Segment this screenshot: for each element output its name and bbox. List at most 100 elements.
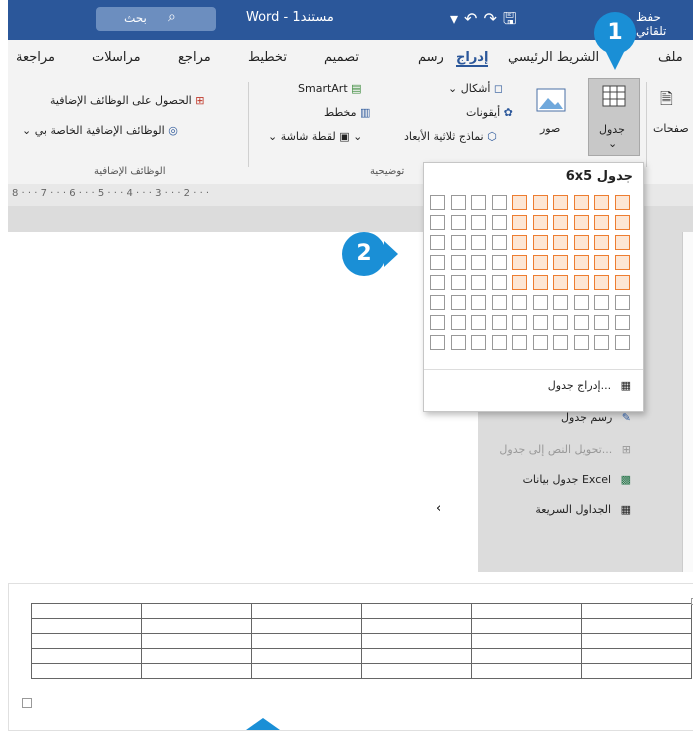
- grid-cell[interactable]: [471, 315, 486, 330]
- tab-insert[interactable]: إدراج: [456, 50, 489, 67]
- table-cell[interactable]: [251, 618, 362, 634]
- table-cell[interactable]: [361, 618, 472, 634]
- grid-cell[interactable]: [594, 335, 609, 350]
- grid-cell[interactable]: [594, 195, 609, 210]
- table-cell[interactable]: [141, 618, 252, 634]
- grid-cell[interactable]: [614, 315, 630, 330]
- table-cell[interactable]: [361, 663, 472, 679]
- grid-cell[interactable]: [532, 235, 548, 250]
- get-addins-button[interactable]: الحصول على الوظائف الإضافية ⊞: [50, 94, 204, 107]
- grid-cell[interactable]: [614, 275, 630, 290]
- grid-cell[interactable]: [573, 335, 589, 350]
- submenu-arrow-icon[interactable]: ‹: [436, 501, 441, 516]
- table-cell[interactable]: [31, 633, 142, 649]
- grid-cell[interactable]: [573, 255, 589, 270]
- menu-item-quick-tables[interactable]: الجداول السريعة ▦: [535, 503, 631, 516]
- table-button[interactable]: جدول ⌄: [588, 78, 640, 156]
- grid-cell[interactable]: [512, 195, 527, 210]
- grid-cell[interactable]: [573, 195, 589, 210]
- smartart-button[interactable]: SmartArt ▤: [298, 82, 362, 95]
- grid-cell[interactable]: [491, 255, 507, 270]
- grid-cell[interactable]: [553, 215, 568, 230]
- grid-cell[interactable]: [491, 195, 507, 210]
- table-cell[interactable]: [361, 648, 472, 664]
- grid-cell[interactable]: [594, 315, 609, 330]
- table-cell[interactable]: [471, 618, 582, 634]
- table-cell[interactable]: [581, 633, 692, 649]
- pictures-button[interactable]: صور: [540, 122, 560, 135]
- table-cell[interactable]: [581, 648, 692, 664]
- grid-cell[interactable]: [471, 335, 486, 350]
- grid-cell[interactable]: [430, 235, 445, 250]
- grid-cell[interactable]: [450, 295, 466, 310]
- grid-cell[interactable]: [614, 235, 630, 250]
- table-cell[interactable]: [581, 618, 692, 634]
- grid-cell[interactable]: [614, 295, 630, 310]
- grid-cell[interactable]: [553, 315, 568, 330]
- grid-cell[interactable]: [594, 255, 609, 270]
- grid-cell[interactable]: [430, 255, 445, 270]
- table-cell[interactable]: [141, 663, 252, 679]
- shapes-button[interactable]: ⌄ أشكال ◻: [448, 82, 503, 95]
- grid-cell[interactable]: [450, 255, 466, 270]
- table-cell[interactable]: [581, 603, 692, 619]
- table-cell[interactable]: [361, 633, 472, 649]
- tab-layout[interactable]: تخطيط: [248, 50, 287, 65]
- table-cell[interactable]: [471, 663, 582, 679]
- grid-cell[interactable]: [553, 295, 568, 310]
- grid-cell[interactable]: [471, 215, 486, 230]
- table-cell[interactable]: [471, 648, 582, 664]
- table-cell[interactable]: [251, 633, 362, 649]
- grid-cell[interactable]: [553, 235, 568, 250]
- tab-file[interactable]: ملف: [658, 50, 683, 65]
- my-addins-button[interactable]: ⌄ الوظائف الإضافية الخاصة بي ◎: [22, 124, 178, 137]
- grid-cell[interactable]: [614, 215, 630, 230]
- table-cell[interactable]: [251, 648, 362, 664]
- grid-cell[interactable]: [512, 335, 527, 350]
- grid-cell[interactable]: [450, 275, 466, 290]
- grid-cell[interactable]: [471, 275, 486, 290]
- grid-cell[interactable]: [430, 315, 445, 330]
- grid-cell[interactable]: [573, 235, 589, 250]
- grid-cell[interactable]: [450, 235, 466, 250]
- table-cell[interactable]: [361, 603, 472, 619]
- tab-home[interactable]: الشريط الرئيسي: [508, 50, 599, 65]
- menu-item-excel-table[interactable]: جدول بيانات Excel ▩: [523, 473, 631, 486]
- table-cell[interactable]: [31, 663, 142, 679]
- quick-access-toolbar[interactable]: ▾↶↷🖫: [450, 8, 522, 35]
- table-cell[interactable]: [31, 618, 142, 634]
- grid-cell[interactable]: [532, 315, 548, 330]
- grid-cell[interactable]: [553, 335, 568, 350]
- grid-cell[interactable]: [471, 235, 486, 250]
- grid-cell[interactable]: [573, 315, 589, 330]
- table-cell[interactable]: [251, 663, 362, 679]
- grid-cell[interactable]: [594, 235, 609, 250]
- grid-cell[interactable]: [573, 215, 589, 230]
- table-resize-handle[interactable]: [22, 698, 32, 708]
- table-cell[interactable]: [251, 603, 362, 619]
- grid-cell[interactable]: [532, 295, 548, 310]
- grid-cell[interactable]: [471, 255, 486, 270]
- pages-button[interactable]: صفحات: [653, 122, 689, 135]
- grid-cell[interactable]: [450, 315, 466, 330]
- grid-cell[interactable]: [553, 195, 568, 210]
- search-box[interactable]: بحث ⌕: [96, 7, 216, 31]
- grid-cell[interactable]: [512, 255, 527, 270]
- menu-item-draw-table[interactable]: رسم جدول ✎: [561, 411, 631, 424]
- table-cell[interactable]: [141, 648, 252, 664]
- table-cell[interactable]: [471, 633, 582, 649]
- grid-cell[interactable]: [430, 335, 445, 350]
- grid-cell[interactable]: [491, 215, 507, 230]
- grid-cell[interactable]: [532, 215, 548, 230]
- grid-cell[interactable]: [471, 295, 486, 310]
- grid-cell[interactable]: [512, 275, 527, 290]
- menu-item-insert-table[interactable]: إدراج جدول... ▦: [548, 379, 631, 392]
- grid-cell[interactable]: [450, 215, 466, 230]
- grid-cell[interactable]: [573, 295, 589, 310]
- grid-cell[interactable]: [491, 315, 507, 330]
- table-cell[interactable]: [471, 603, 582, 619]
- 3d-models-button[interactable]: نماذج ثلاثية الأبعاد ⬡: [404, 130, 497, 143]
- grid-cell[interactable]: [594, 275, 609, 290]
- grid-cell[interactable]: [491, 295, 507, 310]
- grid-cell[interactable]: [512, 295, 527, 310]
